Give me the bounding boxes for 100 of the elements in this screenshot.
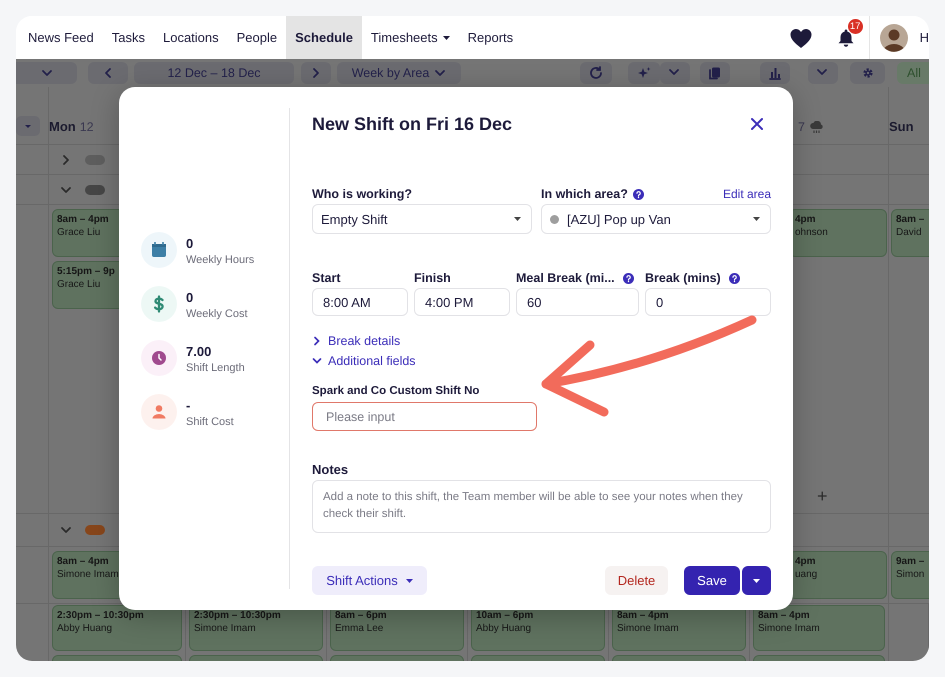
dialog-title: New Shift on Fri 16 Dec [312,114,512,134]
shift-time: 9am – [896,555,926,568]
field-label: Start [312,271,340,285]
nav-tab[interactable]: Schedule [286,16,362,59]
shift-time: 8am – 4pm [617,609,670,622]
next-button[interactable] [301,62,331,84]
meal-break-field[interactable]: 60 [516,288,639,316]
shift-name: Grace Liu [57,278,102,291]
dropdown-button[interactable] [808,62,838,84]
shift-time: 8am – [896,213,926,226]
caret-icon [406,578,413,582]
stat-value: 0 [186,236,194,251]
shift-card[interactable]: 9am – Simon [891,551,929,599]
section-toggle-link[interactable]: Break details [312,334,400,348]
stat-label: Shift Cost [186,416,234,428]
chevron-down-icon[interactable] [60,524,72,536]
heart-icon[interactable] [788,26,813,48]
field-label: Meal Break (mi... [516,271,615,285]
edit-area-link[interactable]: Edit area [722,187,771,201]
chevron-right-icon [310,67,322,79]
start-time-field[interactable]: 8:00 AM [312,288,408,316]
previous-button[interactable] [88,62,128,84]
day-label: Mon [49,119,76,134]
stat-label: Shift Length [186,362,245,374]
caret-icon [442,36,450,40]
bar-chart-icon [768,66,782,80]
sparkle-button[interactable] [628,62,660,84]
shift-name: Simone Imam [758,622,821,635]
shift-time: 8am – 6pm [335,609,388,622]
close-icon[interactable] [750,117,764,131]
worker-select[interactable]: Empty Shift [312,204,532,234]
stat-value: 0 [186,290,194,305]
stat-label: Weekly Hours [186,254,254,266]
nav-tab[interactable]: Tasks [102,16,154,59]
shift-name: Simon [896,568,926,581]
user-name[interactable]: H [920,30,929,45]
shift-name: Abby Huang [57,622,114,635]
day-date: 12 [80,120,94,134]
shift-time: 8am – 4pm [57,213,110,226]
break-field[interactable]: 0 [645,288,771,316]
field-label: Break (mins) [645,271,721,285]
shift-time: 5:15pm – 9p [57,265,116,278]
shift-time: 2:30pm – 10:30pm [57,609,145,622]
nav-tab[interactable]: News Feed [19,16,103,59]
shift-card[interactable]: 2:30pm – 10:30pm Abby Huang [52,605,182,651]
shift-name: Emma Lee [335,622,384,635]
help-icon [632,188,644,200]
field-label: Spark and Co Custom Shift No [312,385,480,397]
shift-name: David [896,226,923,239]
notification-badge: 17 [848,18,863,34]
finish-time-field[interactable]: 4:00 PM [414,288,510,316]
save-options-button[interactable] [742,566,771,595]
sparkle-icon [637,66,651,80]
settings-icon [860,66,874,80]
custom-shift-number-field[interactable]: Please input [312,402,537,431]
avatar[interactable] [880,24,908,52]
save-button[interactable]: Save [684,566,740,595]
shift-time: 4pm [795,213,817,226]
calendar-icon [141,232,177,268]
shift-time: 4pm [795,555,817,568]
shift-actions-button[interactable]: Shift Actions [312,566,427,595]
field-label: Notes [312,462,348,476]
day-label: Sun [889,119,914,134]
area-dot [550,214,559,224]
nav-tab[interactable]: Locations [154,16,228,59]
settings-button[interactable] [850,62,885,84]
copy-button[interactable] [700,62,730,84]
field-label: Finish [414,271,451,285]
section-toggle-link[interactable]: Additional fields [312,354,416,368]
dropdown-button[interactable] [660,62,690,84]
shift-time: 10am – 6pm [476,609,534,622]
refresh-button[interactable] [580,62,612,84]
chevron-down-icon [40,67,52,79]
chart-button[interactable] [760,62,790,84]
shift-name: Abby Huang [476,622,532,635]
shift-time: 8am – 4pm [57,555,110,568]
chevron-left-icon [102,67,114,79]
nav-tab[interactable]: Reports [458,16,522,59]
shift-name: uang [795,568,818,581]
shift-time: 8am – 4pm [758,609,811,622]
chevron-right-icon[interactable] [60,154,72,166]
area-select[interactable]: [AZU] Pop up Van [541,204,771,234]
caret-icon [514,217,521,221]
copy-icon [708,66,722,80]
shift-name: Simone Imam [617,622,680,635]
bell-icon[interactable] [836,28,855,48]
nav-tab[interactable]: People [228,16,286,59]
delete-button[interactable]: Delete [605,566,668,595]
shift-name: ohnson [795,226,829,239]
shift-name: Simone Imam [57,568,120,581]
nav-tab[interactable]: Timesheets [362,16,459,59]
dropdown-button[interactable] [16,116,40,136]
day-date: 7 [798,120,805,134]
stat-value: 7.00 [186,344,212,359]
chevron-right-icon [312,336,322,346]
shift-name: Simone Imam [194,622,257,635]
clock-icon [141,340,177,376]
notes-field[interactable]: Add a note to this shift, the Team member will be able to see your notes when they check their shift. [312,480,771,533]
shift-card[interactable]: 8am – David [891,209,929,257]
stat-label: Weekly Cost [186,308,248,320]
